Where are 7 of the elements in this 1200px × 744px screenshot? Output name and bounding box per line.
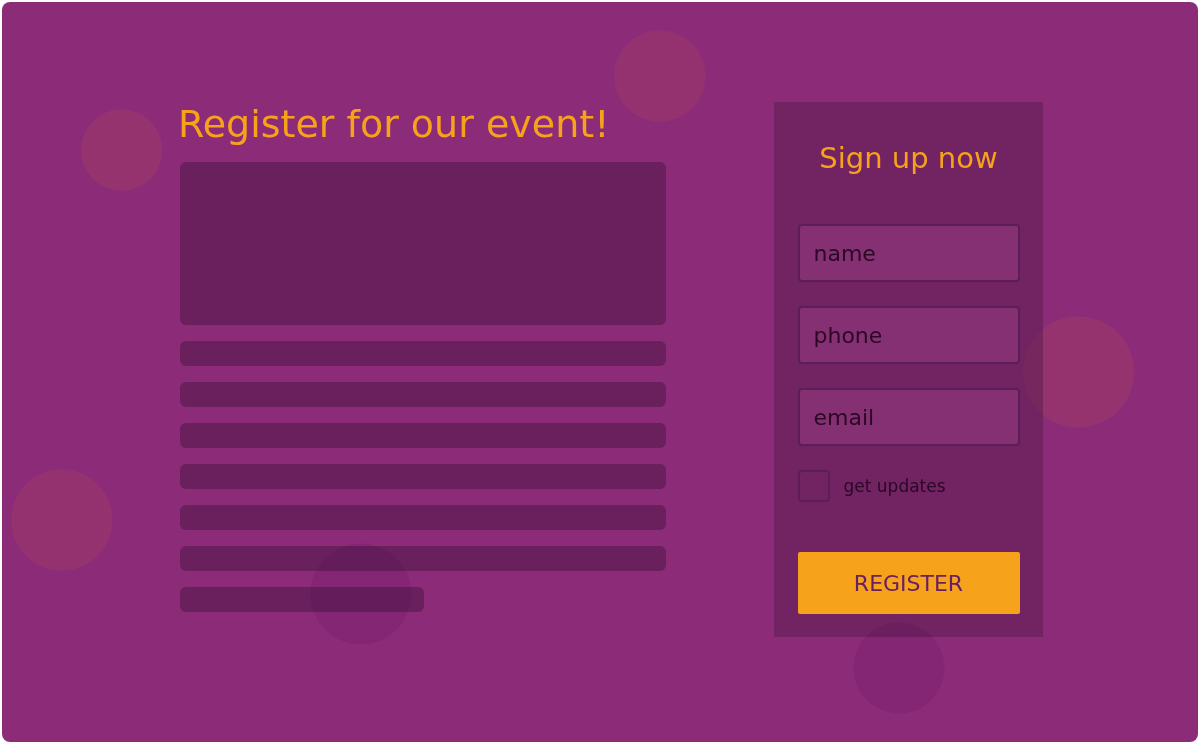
- input-field[interactable]: email: [797, 388, 1020, 446]
- signup-heading: Sign up now: [819, 140, 998, 177]
- input-field[interactable]: phone: [797, 306, 1020, 364]
- checkbox-label: get updates: [843, 476, 946, 496]
- register-button[interactable]: REGISTER: [797, 552, 1020, 614]
- input-field[interactable]: name: [797, 224, 1020, 282]
- page-title: Register for our event!: [178, 102, 611, 146]
